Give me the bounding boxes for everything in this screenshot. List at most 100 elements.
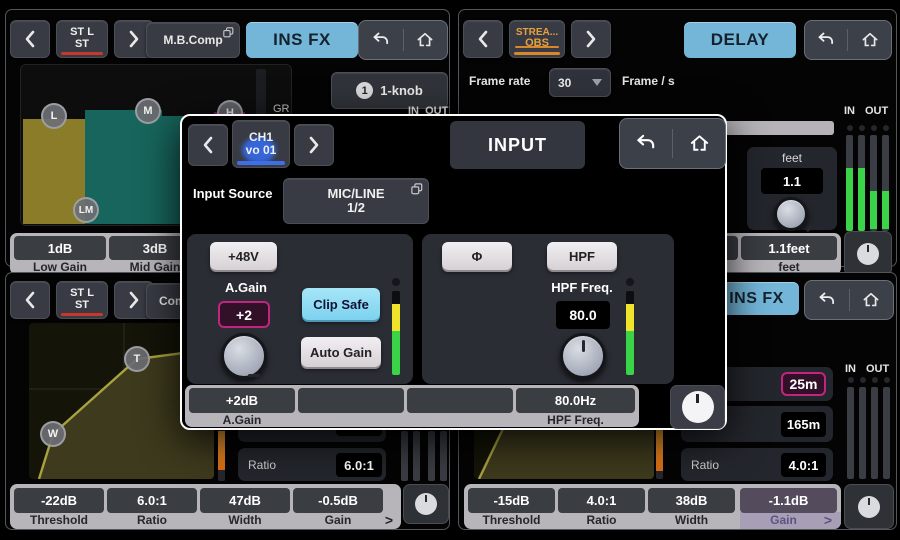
footer-label: HPF Freq.: [516, 413, 635, 427]
marker-label: W: [48, 428, 58, 440]
out-meter-2: [882, 135, 889, 231]
channel-color-bar: [237, 161, 285, 165]
footer-value: 47dB: [229, 493, 261, 508]
release-value-box[interactable]: 165m: [781, 412, 826, 437]
footer-value: 4.0:1: [587, 493, 617, 508]
undo-icon[interactable]: [809, 281, 844, 319]
hpf-knob[interactable]: [560, 333, 606, 379]
threshold-marker[interactable]: T: [124, 346, 150, 372]
value-text: 1.1: [783, 174, 801, 189]
out-label: OUT: [866, 363, 889, 375]
channel-select-button[interactable]: STREA... OBS: [509, 20, 565, 58]
attack-value-box[interactable]: 25m: [781, 372, 826, 396]
next-channel-button[interactable]: [571, 20, 611, 58]
footer-cell-threshold[interactable]: -15dB: [468, 488, 555, 513]
again-section: +48V A.Gain +2 Clip Safe Auto Gain: [187, 234, 413, 384]
ratio-value-box[interactable]: 4.0:1: [781, 453, 826, 477]
home-icon[interactable]: [853, 21, 887, 59]
footer-cell-ratio[interactable]: 4.0:1: [558, 488, 645, 513]
band-marker-low[interactable]: L: [41, 103, 67, 129]
phase-button[interactable]: Φ: [442, 242, 512, 270]
out-meter-1: [870, 135, 877, 231]
prev-channel-button[interactable]: [10, 281, 50, 319]
footer-more-chevron[interactable]: >: [820, 512, 836, 528]
divider: [672, 129, 673, 158]
undo-icon[interactable]: [363, 21, 398, 59]
footer-knob-button[interactable]: [670, 385, 725, 429]
hpf-freq-label: HPF Freq.: [547, 280, 617, 295]
peak-dot: [848, 377, 854, 383]
clip-safe-label: Clip Safe: [313, 297, 369, 312]
channel-select-button[interactable]: ST L ST: [56, 281, 108, 319]
one-knob-button[interactable]: 1 1-knob: [331, 72, 448, 109]
footer-more-chevron[interactable]: >: [381, 512, 397, 528]
input-source-line2: 1/2: [347, 201, 365, 215]
screen-select-button[interactable]: M.B.Comp: [146, 22, 240, 58]
footer-label: A.Gain: [189, 413, 295, 427]
channel-select-button[interactable]: ST L ST: [56, 20, 108, 58]
footer-knob-button[interactable]: [403, 484, 449, 524]
band-marker-lowmid[interactable]: LM: [73, 197, 99, 223]
prev-channel-button[interactable]: [463, 20, 503, 58]
band-marker-mid[interactable]: M: [135, 98, 161, 124]
one-knob-label: 1-knob: [380, 83, 423, 98]
again-knob[interactable]: [221, 333, 267, 379]
footer-cell-ratio[interactable]: 6.0:1: [107, 488, 197, 513]
footer-cell-3[interactable]: [407, 388, 513, 413]
frame-rate-dropdown[interactable]: 30: [549, 68, 611, 97]
meter-bar: [401, 431, 408, 481]
prev-channel-button[interactable]: [10, 20, 50, 58]
phantom-label: +48V: [228, 249, 259, 264]
input-source-button[interactable]: MIC/LINE 1/2: [283, 178, 429, 224]
width-marker[interactable]: W: [40, 421, 66, 447]
input-source-line1: MIC/LINE: [327, 187, 384, 201]
footer-label: Gain: [293, 513, 383, 527]
footer-cell-gain[interactable]: -0.5dB: [293, 488, 383, 513]
ratio-value-box[interactable]: 6.0:1: [336, 453, 382, 477]
footer-cell-gain[interactable]: -1.1dB: [740, 488, 837, 513]
footer-label: Gain: [740, 513, 827, 527]
out-label: OUT: [865, 105, 888, 117]
footer-knob-button[interactable]: [844, 484, 894, 529]
chevron-right-icon: [306, 135, 322, 155]
undo-icon[interactable]: [809, 21, 843, 59]
home-icon[interactable]: [678, 119, 720, 168]
footer-cell-threshold[interactable]: -22dB: [14, 488, 104, 513]
nav-box: [358, 20, 448, 60]
footer-cell-hpffreq[interactable]: 80.0Hz: [516, 388, 635, 413]
again-value-box[interactable]: +2: [218, 301, 270, 328]
footer-cell-width[interactable]: 47dB: [200, 488, 290, 513]
phantom-48v-button[interactable]: +48V: [210, 242, 277, 270]
delay-param-value[interactable]: 1.1: [761, 168, 823, 194]
next-channel-button[interactable]: [294, 124, 334, 166]
footer-knob-button[interactable]: [844, 231, 892, 276]
prev-channel-button[interactable]: [188, 124, 228, 166]
nav-box: [804, 20, 892, 60]
peak-dot: [872, 377, 878, 383]
knob-icon: [857, 243, 879, 265]
home-icon[interactable]: [854, 281, 889, 319]
undo-icon[interactable]: [625, 119, 667, 168]
channel-color-bar2: [514, 52, 560, 55]
knob-icon: [858, 496, 880, 518]
footer-cell-feet[interactable]: 1.1feet: [741, 236, 837, 260]
chevron-left-icon: [22, 290, 38, 310]
clip-safe-button[interactable]: Clip Safe: [302, 288, 380, 320]
footer-cell-lowgain[interactable]: 1dB: [14, 236, 106, 260]
channel-select-button[interactable]: CH1 vo 01: [232, 120, 290, 168]
footer-value: 6.0:1: [137, 493, 167, 508]
home-icon[interactable]: [408, 21, 443, 59]
hpf-button[interactable]: HPF: [547, 242, 617, 270]
footer-label: Threshold: [14, 513, 104, 527]
auto-gain-button[interactable]: Auto Gain: [301, 337, 381, 367]
value-text: 165m: [787, 417, 820, 432]
footer-cell-again[interactable]: +2dB: [189, 388, 295, 413]
delay-knob[interactable]: [774, 197, 808, 231]
footer-cell-width[interactable]: 38dB: [648, 488, 735, 513]
footer-value: 38dB: [676, 493, 708, 508]
hpf-freq-value-box[interactable]: 80.0: [556, 301, 610, 329]
footer-label: Threshold: [468, 513, 555, 527]
value-text: +2: [236, 307, 252, 323]
footer-cell-2[interactable]: [298, 388, 404, 413]
footer-value: 3dB: [143, 241, 168, 256]
